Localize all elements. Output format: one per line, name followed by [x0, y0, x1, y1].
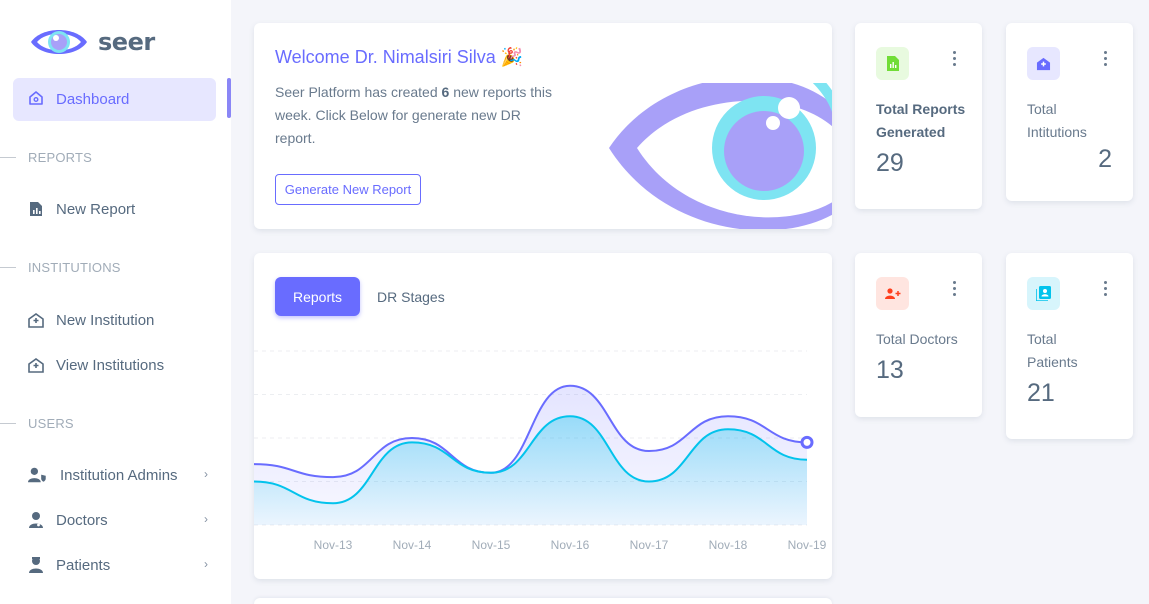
x-tick-label: Nov-17 [630, 538, 669, 552]
stat-card-total-doctors: Total Doctors 13 [855, 253, 982, 417]
sidebar-item-label: New Report [56, 200, 136, 218]
x-tick-label: Nov-15 [472, 538, 511, 552]
generate-new-report-button[interactable]: Generate New Report [275, 174, 421, 205]
welcome-message: Seer Platform has created 6 new reports … [275, 84, 553, 146]
more-options-icon[interactable] [1103, 281, 1107, 296]
x-tick-label: Nov-13 [314, 538, 353, 552]
section-header-users: USERS [0, 416, 74, 431]
sidebar-item-label: Patients [56, 556, 111, 574]
hospital-icon [28, 357, 44, 373]
hospital-icon [28, 312, 44, 328]
more-options-icon[interactable] [1103, 51, 1107, 66]
chevron-right-icon: › [204, 512, 208, 526]
user-plus-icon [876, 277, 909, 310]
sidebar-item-new-report[interactable]: New Report [28, 194, 218, 224]
sidebar-item-label: Dashboard [56, 91, 130, 108]
contacts-book-icon [1027, 277, 1060, 310]
stat-value: 2 [1098, 145, 1112, 173]
data-point-marker[interactable] [800, 435, 814, 449]
brand-name: seer [98, 28, 155, 56]
stat-card-total-reports: Total Reports Generated 29 [855, 23, 982, 209]
brand-logo[interactable]: seer [28, 22, 155, 62]
tab-reports[interactable]: Reports [275, 277, 360, 316]
eye-logo-icon [31, 30, 87, 54]
sidebar: seer Dashboard REPORTS New Report INSTIT… [0, 0, 231, 604]
x-tick-label: Nov-19 [788, 538, 827, 552]
report-file-icon [28, 201, 44, 217]
sidebar-item-label: Doctors [56, 511, 108, 529]
stat-card-total-patients: Total Patients 21 [1006, 253, 1133, 439]
chevron-right-icon: › [204, 557, 208, 571]
section-header-reports: REPORTS [0, 150, 92, 165]
x-tick-label: Nov-14 [393, 538, 432, 552]
sidebar-item-view-institutions[interactable]: View Institutions [28, 350, 218, 380]
welcome-card: Welcome Dr. Nimalsiri Silva 🎉 Seer Platf… [254, 23, 832, 229]
x-tick-label: Nov-18 [709, 538, 748, 552]
stat-value: 29 [876, 149, 904, 177]
sidebar-scrollbar[interactable] [227, 78, 231, 118]
reports-chart-card: Reports DR Stages Nov-13 Nov-14 Nov-15 Nov-… [254, 253, 832, 579]
report-file-icon [876, 47, 909, 80]
more-options-icon[interactable] [952, 281, 956, 296]
stat-label: Total Patients [1027, 331, 1078, 370]
user-shield-icon [28, 467, 48, 483]
sidebar-item-label: New Institution [56, 311, 155, 329]
tab-dr-stages[interactable]: DR Stages [377, 277, 445, 316]
sidebar-item-patients[interactable]: Patients › [28, 550, 218, 580]
patient-icon [28, 557, 44, 573]
more-options-icon[interactable] [952, 51, 956, 66]
sidebar-item-dashboard[interactable]: Dashboard [13, 78, 216, 121]
x-tick-label: Nov-16 [551, 538, 590, 552]
next-card-edge [254, 598, 832, 604]
chevron-right-icon: › [204, 467, 208, 481]
sidebar-item-institution-admins[interactable]: Institution Admins › [28, 460, 218, 490]
eye-illustration [609, 83, 832, 229]
hospital-icon [1027, 47, 1060, 80]
doctor-icon [28, 512, 44, 528]
home-icon [28, 90, 44, 110]
section-header-institutions: INSTITUTIONS [0, 260, 121, 275]
reports-area-chart: Nov-13 Nov-14 Nov-15 Nov-16 Nov-17 Nov-18 Nov-… [254, 350, 827, 552]
sidebar-item-label: View Institutions [56, 356, 165, 374]
welcome-title: Welcome Dr. Nimalsiri Silva 🎉 [275, 47, 524, 67]
sidebar-item-new-institution[interactable]: New Institution [28, 305, 218, 335]
sidebar-item-label: Institution Admins [60, 466, 178, 484]
stat-value: 21 [1027, 379, 1055, 407]
sidebar-item-doctors[interactable]: Doctors › [28, 505, 218, 535]
stat-label: Total Doctors [876, 331, 958, 347]
stat-label: Total Intitutions [1027, 101, 1087, 140]
stat-label: Total Reports Generated [876, 101, 966, 140]
stat-card-total-institutions: Total Intitutions 2 [1006, 23, 1133, 201]
stat-value: 13 [876, 356, 904, 384]
